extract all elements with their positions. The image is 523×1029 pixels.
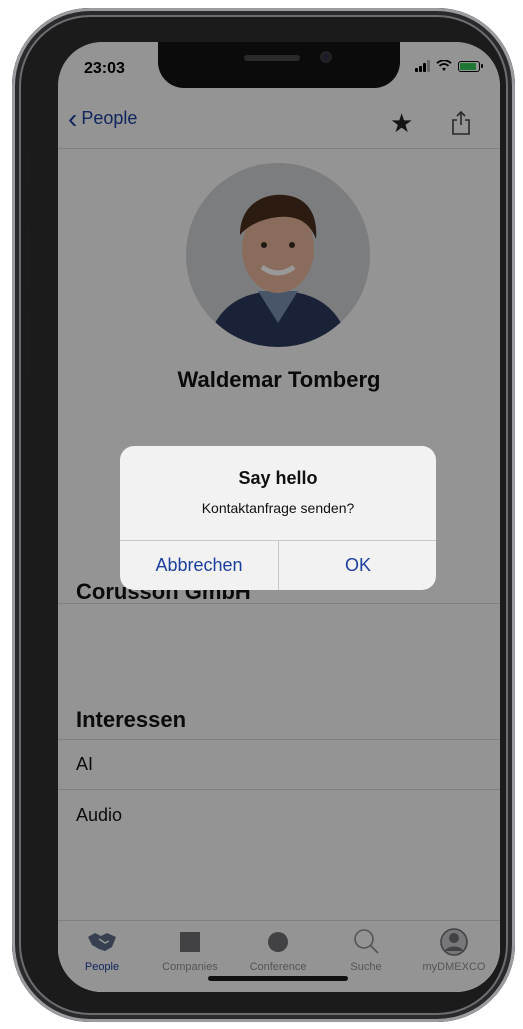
screen: 23:03 ‹ People ★ Waldemar Tomberg Coruss… — [58, 42, 500, 992]
home-indicator — [208, 976, 348, 981]
volume-down-button — [26, 310, 30, 378]
alert-title: Say hello — [238, 468, 318, 488]
cancel-button[interactable]: Abbrechen — [120, 541, 278, 590]
ok-button[interactable]: OK — [279, 541, 436, 590]
notch — [158, 42, 400, 88]
speaker — [244, 55, 300, 61]
mute-switch — [26, 150, 30, 190]
volume-up-button — [26, 224, 30, 292]
front-camera — [320, 51, 332, 63]
alert-dialog: Say hello Kontaktanfrage senden? Abbrech… — [120, 446, 436, 590]
alert-message: Kontaktanfrage senden? — [201, 500, 355, 516]
